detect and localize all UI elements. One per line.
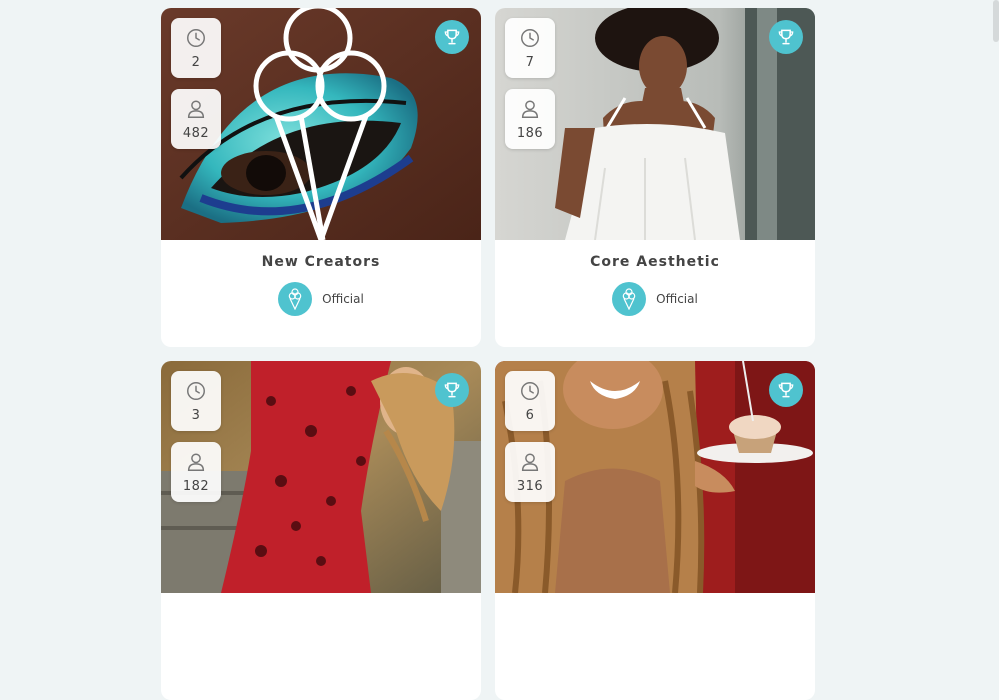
- members-stat: 316: [505, 442, 555, 502]
- ice-cream-icon: [288, 288, 302, 310]
- challenge-card[interactable]: 3 182: [161, 361, 481, 700]
- challenge-owner[interactable]: Official: [495, 282, 815, 316]
- clock-icon: [521, 381, 539, 400]
- challenge-image[interactable]: 2 482: [161, 8, 481, 240]
- challenge-image[interactable]: 6 316: [495, 361, 815, 593]
- members-value: 186: [516, 125, 544, 141]
- challenge-title[interactable]: Core Aesthetic: [495, 254, 815, 270]
- ice-cream-icon: [622, 288, 636, 310]
- challenge-card[interactable]: 6 316: [495, 361, 815, 700]
- duration-value: 2: [191, 54, 201, 70]
- owner-name: Official: [656, 292, 698, 306]
- clock-icon: [521, 28, 539, 47]
- trophy-badge[interactable]: [769, 373, 803, 407]
- challenge-info: New Creators Official: [161, 240, 481, 316]
- trophy-icon: [444, 29, 460, 45]
- owner-avatar: [278, 282, 313, 316]
- duration-value: 3: [191, 407, 201, 423]
- members-value: 316: [516, 478, 544, 494]
- challenge-info: Core Aesthetic Official: [495, 240, 815, 316]
- person-icon: [187, 99, 205, 118]
- members-stat: 182: [171, 442, 221, 502]
- duration-stat: 3: [171, 371, 221, 431]
- challenge-title[interactable]: New Creators: [161, 254, 481, 270]
- members-value: 482: [182, 125, 210, 141]
- challenge-image[interactable]: 3 182: [161, 361, 481, 593]
- duration-value: 6: [525, 407, 535, 423]
- duration-value: 7: [525, 54, 535, 70]
- owner-name: Official: [322, 292, 364, 306]
- challenge-owner[interactable]: Official: [161, 282, 481, 316]
- challenge-card[interactable]: 2 482 New Creators Official: [161, 8, 481, 347]
- members-stat: 186: [505, 89, 555, 149]
- trophy-badge[interactable]: [435, 373, 469, 407]
- clock-icon: [187, 28, 205, 47]
- duration-stat: 6: [505, 371, 555, 431]
- challenge-image[interactable]: 7 186: [495, 8, 815, 240]
- challenge-card[interactable]: 7 186 Core Aesthetic Official: [495, 8, 815, 347]
- duration-stat: 7: [505, 18, 555, 78]
- trophy-icon: [778, 382, 794, 398]
- trophy-icon: [444, 382, 460, 398]
- trophy-badge[interactable]: [769, 20, 803, 54]
- members-stat: 482: [171, 89, 221, 149]
- duration-stat: 2: [171, 18, 221, 78]
- person-icon: [521, 452, 539, 471]
- person-icon: [187, 452, 205, 471]
- clock-icon: [187, 381, 205, 400]
- challenge-grid: 2 482 New Creators Official 7 186 Core A…: [161, 8, 815, 700]
- owner-avatar: [612, 282, 647, 316]
- page-scrollbar[interactable]: [993, 0, 999, 42]
- members-value: 182: [182, 478, 210, 494]
- trophy-badge[interactable]: [435, 20, 469, 54]
- person-icon: [521, 99, 539, 118]
- trophy-icon: [778, 29, 794, 45]
